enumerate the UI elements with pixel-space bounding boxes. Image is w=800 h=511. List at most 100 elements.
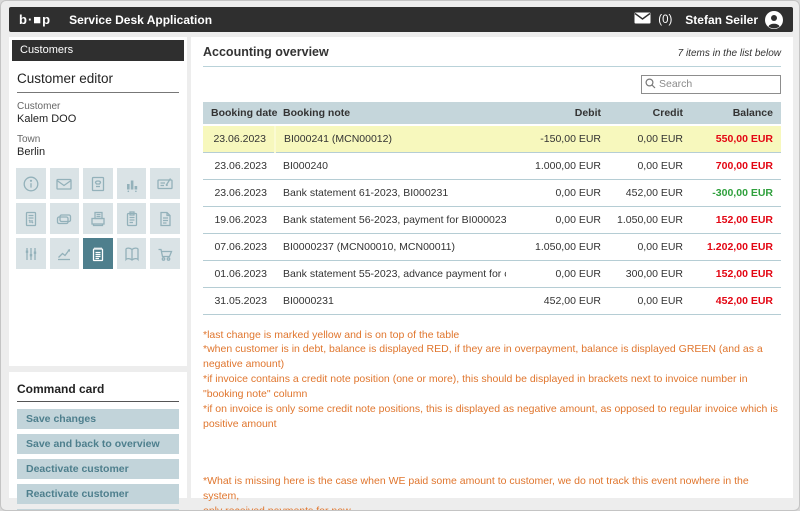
trend-tile[interactable] [50,238,80,269]
table-row[interactable]: 23.06.2023 Bank statement 61-2023, BI000… [203,179,781,206]
command-button[interactable]: Save and back to overview [17,434,179,454]
document-tile[interactable] [150,203,180,234]
customer-field: Customer Kalem DOO [17,101,179,125]
customer-editor-panel: Customers Customer editor Customer Kalem… [9,37,187,366]
annotation-notes-2: *What is missing here is the case when W… [203,474,781,511]
module-icon-grid [16,168,180,269]
credit-cell: 300,00 EUR [609,260,691,287]
balance-cell: 152,00 EUR [691,260,781,287]
customers-section-header[interactable]: Customers [12,40,184,61]
booking-note-cell: BI0000237 (MCN00010, MCN00011) [275,233,506,260]
booking-date-cell: 23.06.2023 [203,152,275,179]
credit-cell: 0,00 EUR [609,287,691,314]
town-field: Town Berlin [17,134,179,158]
command-button[interactable]: Deactivate customer [17,459,179,479]
contract-tile[interactable] [150,168,180,199]
table-row[interactable]: 23.06.2023 BI000241 (MCN00012) -150,00 E… [203,125,781,153]
debit-cell: 1.050,00 EUR [506,233,609,260]
booking-date-cell: 07.06.2023 [203,233,275,260]
contacts-tile[interactable] [83,168,113,199]
invoice-icon [21,209,41,229]
search-icon [645,78,656,89]
booking-note-cell: BI000241 (MCN00012) [275,125,506,153]
booking-note-cell: Bank statement 56-2023, payment for BI00… [275,206,506,233]
user-avatar-icon[interactable] [765,11,783,29]
booking-date-cell: 23.06.2023 [203,179,275,206]
catalog-tile[interactable] [117,238,147,269]
credit-cell: 0,00 EUR [609,152,691,179]
note-line: *if on invoice is only some credit note … [203,402,781,432]
note-line: *when customer is in debt, balance is di… [203,342,781,372]
command-card-title: Command card [17,378,179,402]
debit-cell: 0,00 EUR [506,206,609,233]
table-row[interactable]: 01.06.2023 Bank statement 55-2023, advan… [203,260,781,287]
booking-date-cell: 31.05.2023 [203,287,275,314]
column-header-booking-note[interactable]: Booking note [275,102,506,125]
statistics-icon [122,174,142,194]
table-row[interactable]: 31.05.2023 BI0000231 452,00 EUR 0,00 EUR… [203,287,781,314]
accounting-table: Booking date Booking note Debit Credit B… [203,102,781,315]
table-row[interactable]: 07.06.2023 BI0000237 (MCN00010, MCN00011… [203,233,781,260]
planning-icon [21,244,41,264]
table-header-row: Booking date Booking note Debit Credit B… [203,102,781,125]
catalog-icon [122,244,142,264]
customer-editor-title: Customer editor [17,67,179,93]
mail-count: (0) [658,14,672,26]
header-divider [203,66,781,67]
credit-cell: 452,00 EUR [609,179,691,206]
mail-icon[interactable] [634,11,651,29]
printer-icon [88,209,108,229]
customer-label: Customer [17,101,179,112]
debit-cell: -150,00 EUR [506,125,609,153]
booking-note-cell: Bank statement 55-2023, advance payment … [275,260,506,287]
column-header-balance[interactable]: Balance [691,102,781,125]
balance-cell: 550,00 EUR [691,125,781,153]
mail-icon [54,174,74,194]
cart-tile[interactable] [150,238,180,269]
command-button[interactable]: Reactivate customer [17,484,179,504]
document-icon [155,209,175,229]
mail-tile[interactable] [50,168,80,199]
page-title: Accounting overview [203,45,329,59]
balance-cell: 152,00 EUR [691,206,781,233]
clipboard-icon [122,209,142,229]
debit-cell: 0,00 EUR [506,179,609,206]
cards-tile[interactable] [50,203,80,234]
notepad-tile-selected[interactable] [83,238,113,269]
booking-note-cell: BI0000231 [275,287,506,314]
company-logo-icon: b·■p [19,12,51,27]
top-bar: b·■p Service Desk Application (0) Stefan… [9,7,793,32]
note-line: *What is missing here is the case when W… [203,474,781,504]
note-line: *if invoice contains a credit note posit… [203,372,781,402]
note-line: only received payments for now. [203,504,781,511]
info-icon [21,174,41,194]
balance-cell: 452,00 EUR [691,287,781,314]
notepad-icon [88,244,108,264]
command-button[interactable]: Save changes [17,409,179,429]
note-line: *last change is marked yellow and is on … [203,328,781,343]
column-header-credit[interactable]: Credit [609,102,691,125]
printer-tile[interactable] [83,203,113,234]
statistics-tile[interactable] [117,168,147,199]
table-row[interactable]: 23.06.2023 BI000240 1.000,00 EUR 0,00 EU… [203,152,781,179]
items-count-note: 7 items in the list below [678,48,781,59]
contacts-icon [88,174,108,194]
accounting-overview-panel: Accounting overview 7 items in the list … [191,37,793,498]
annotation-notes-1: *last change is marked yellow and is on … [203,328,781,432]
clipboard-tile[interactable] [117,203,147,234]
table-row[interactable]: 19.06.2023 Bank statement 56-2023, payme… [203,206,781,233]
booking-note-cell: BI000240 [275,152,506,179]
user-name[interactable]: Stefan Seiler [685,13,758,27]
debit-cell: 1.000,00 EUR [506,152,609,179]
command-card-panel: Command card Save changes Save and back … [9,372,187,498]
column-header-debit[interactable]: Debit [506,102,609,125]
credit-cell: 0,00 EUR [609,125,691,153]
cart-icon [155,244,175,264]
booking-note-cell: Bank statement 61-2023, BI000231 [275,179,506,206]
invoice-tile[interactable] [16,203,46,234]
column-header-booking-date[interactable]: Booking date [203,102,275,125]
search-input[interactable] [641,75,781,94]
info-tile[interactable] [16,168,46,199]
balance-cell: 1.202,00 EUR [691,233,781,260]
planning-tile[interactable] [16,238,46,269]
